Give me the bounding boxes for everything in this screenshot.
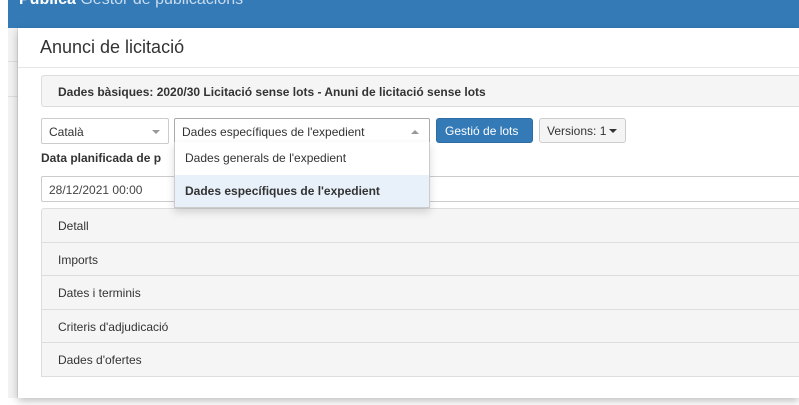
- section-detall[interactable]: Detall: [41, 208, 799, 243]
- language-select[interactable]: Català: [41, 118, 169, 144]
- basic-data-heading: Dades bàsiques: 2020/30 Licitació sense …: [58, 85, 486, 99]
- app-header: Publica Gestor de publicacions: [8, 0, 799, 28]
- background-page-strip: [8, 28, 18, 398]
- dropdown-option-general[interactable]: Dades generals de l'expedient: [175, 142, 429, 174]
- manage-lots-button[interactable]: Gestió de lots: [436, 118, 533, 143]
- modal-header: Anunci de licitació: [18, 28, 799, 68]
- versions-dropdown-button[interactable]: Versions: 1: [539, 118, 626, 143]
- app-title: Publica Gestor de publicacions: [19, 0, 243, 9]
- section-label: Dates i terminis: [58, 286, 141, 300]
- app-name-subtitle: Gestor de publicacions: [80, 0, 243, 8]
- data-type-select-value: Dades específiques de l'expedient: [182, 125, 365, 139]
- caret-down-icon: [609, 129, 617, 133]
- section-label: Criteris d'adjudicació: [58, 319, 169, 334]
- planned-date-label: Data planificada de p: [41, 151, 162, 165]
- strip-divider: [8, 61, 18, 62]
- basic-data-panel: Dades bàsiques: 2020/30 Licitació sense …: [41, 75, 799, 107]
- section-criteris-adjudicacio[interactable]: Criteris d'adjudicació: [41, 308, 799, 343]
- section-dades-ofertes[interactable]: Dades d'ofertes: [41, 342, 799, 377]
- dropdown-option-label: Dades específiques de l'expedient: [185, 184, 380, 198]
- language-select-value: Català: [49, 125, 84, 139]
- section-label: Dades d'ofertes: [58, 353, 142, 367]
- modal-title: Anunci de licitació: [40, 37, 185, 57]
- versions-label: Versions: 1: [547, 124, 607, 138]
- manage-lots-label: Gestió de lots: [445, 124, 519, 138]
- section-label: Imports: [58, 252, 99, 267]
- section-dates-terminis[interactable]: Dates i terminis: [41, 275, 799, 310]
- dropdown-option-specific[interactable]: Dades específiques de l'expedient: [175, 175, 429, 207]
- data-type-select[interactable]: Dades específiques de l'expedient: [174, 118, 430, 144]
- background-bottom: [0, 398, 799, 405]
- chevron-up-icon: [411, 130, 419, 134]
- data-type-dropdown-menu: Dades generals de l'expedient Dades espe…: [174, 142, 430, 208]
- section-imports[interactable]: Imports: [41, 241, 799, 276]
- strip-divider: [8, 96, 18, 97]
- chevron-down-icon: [152, 130, 160, 134]
- section-label: Detall: [58, 219, 89, 233]
- sections-accordion: Detall Imports Dates i terminis Criteris…: [41, 208, 799, 377]
- planned-date-value: 28/12/2021 00:00: [49, 183, 143, 197]
- background-left: [0, 0, 8, 405]
- modal-dialog: Anunci de licitació Dades bàsiques: 2020…: [18, 28, 799, 398]
- dropdown-option-label: Dades generals de l'expedient: [185, 151, 347, 165]
- app-name-bold: Publica: [19, 0, 76, 8]
